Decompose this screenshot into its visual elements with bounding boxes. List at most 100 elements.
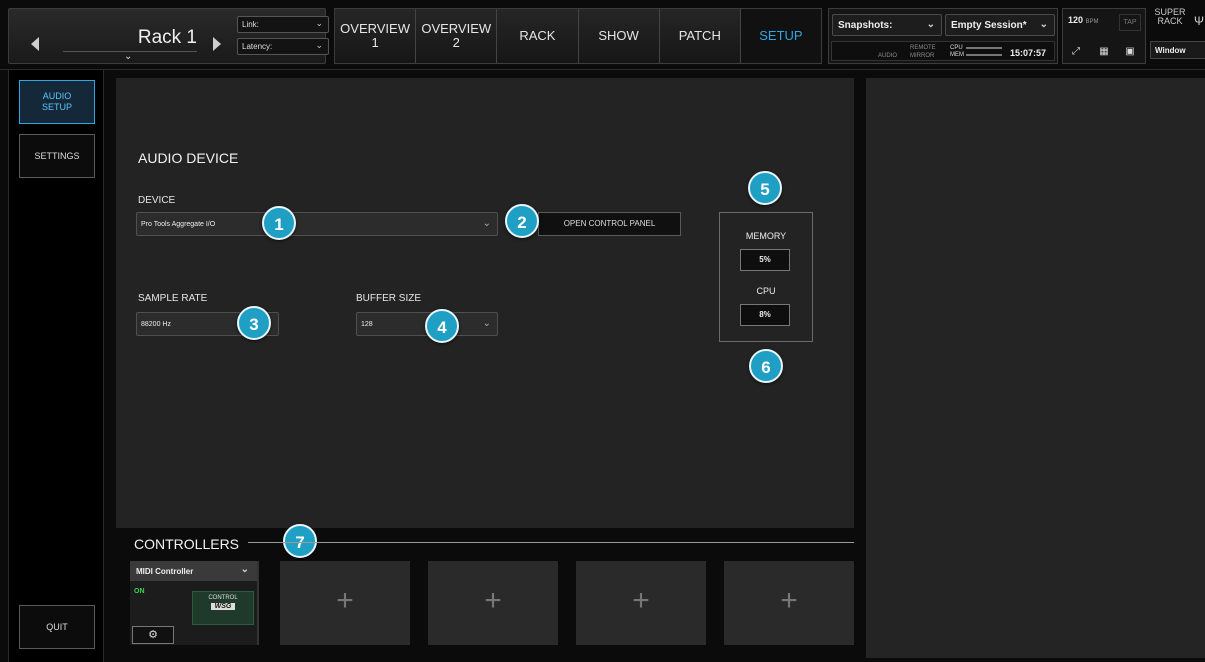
link-label: Link:: [242, 20, 259, 29]
controllers-divider: [248, 542, 854, 543]
tab-patch[interactable]: PATCH: [660, 9, 741, 63]
add-controller-slot-1[interactable]: +: [280, 561, 410, 645]
sidebar: AUDIO SETUP SETTINGS QUIT: [8, 70, 104, 662]
bpm-display[interactable]: 120 BPM: [1068, 15, 1099, 25]
status-row: AUDIO REMOTE MIRROR CPU MEM 15:07:57: [831, 41, 1055, 61]
tap-button[interactable]: TAP: [1119, 14, 1141, 31]
chevron-down-icon: ⌄: [1039, 19, 1048, 30]
tab-label: SHOW: [598, 28, 639, 43]
mirror-status: MIRROR: [910, 53, 935, 59]
buffer-size-label: BUFFER SIZE: [356, 293, 422, 304]
mem-indicator-label: MEM: [950, 52, 964, 58]
controllers-heading: CONTROLLERS: [134, 536, 240, 552]
cpu-label: CPU: [756, 286, 776, 296]
latency-select[interactable]: Latency: ⌄: [237, 38, 329, 55]
link-select[interactable]: Link: ⌄: [237, 16, 329, 33]
add-controller-slot-4[interactable]: +: [724, 561, 854, 645]
chevron-down-icon[interactable]: ⌄: [124, 51, 132, 62]
remote-status: REMOTE: [910, 45, 936, 51]
controller-on-status: ON: [134, 588, 145, 595]
sidebar-item-label: SETTINGS: [34, 150, 80, 161]
expand-icon[interactable]: ⤢: [1065, 43, 1087, 61]
snapshot-group: Snapshots: ⌄ Empty Session* ⌄ AUDIO REMO…: [828, 8, 1058, 64]
chevron-down-icon: ⌄: [926, 19, 935, 30]
callout-badge-1: 1: [262, 206, 296, 240]
mem-meter: [966, 54, 1002, 56]
tab-setup[interactable]: SETUP: [740, 9, 822, 63]
audio-device-heading: AUDIO DEVICE: [138, 150, 239, 166]
bpm-unit: BPM: [1085, 19, 1099, 25]
sidebar-item-audio-setup[interactable]: AUDIO SETUP: [19, 80, 95, 124]
cpu-indicator-label: CPU: [950, 45, 963, 51]
tab-label: OVERVIEW: [340, 21, 410, 36]
gear-icon[interactable]: ⚙: [132, 626, 174, 644]
next-rack-icon[interactable]: [213, 37, 221, 51]
right-panel: [866, 78, 1205, 658]
control-wsg-logo: CONTROL WSG: [192, 591, 254, 625]
memory-label: MEMORY: [745, 231, 787, 241]
callout-badge-7: 7: [283, 524, 317, 558]
tab-label: SETUP: [759, 28, 803, 43]
chevron-down-icon: ⌄: [482, 218, 491, 229]
tab-label: OVERVIEW: [421, 21, 492, 36]
clock: 15:07:57: [1009, 48, 1046, 58]
tab-label: 1: [371, 35, 379, 50]
sidebar-item-label: AUDIO: [42, 91, 72, 101]
session-select[interactable]: Empty Session* ⌄: [945, 14, 1055, 36]
audio-status: AUDIO: [878, 53, 898, 59]
device-label: DEVICE: [138, 195, 176, 206]
snapshots-select[interactable]: Snapshots: ⌄: [832, 14, 942, 36]
superrack-logo: SUPER RACK: [1150, 8, 1190, 26]
callout-badge-6: 6: [749, 349, 783, 383]
tab-label: 2: [452, 35, 460, 50]
cpu-value: 8%: [740, 304, 790, 326]
quit-label: QUIT: [46, 621, 68, 632]
add-controller-slot-3[interactable]: +: [576, 561, 706, 645]
window-label: Window: [1155, 46, 1186, 55]
quit-button[interactable]: QUIT: [19, 605, 95, 649]
buffer-size-value: 128: [361, 321, 373, 328]
grid-icon[interactable]: ▦: [1093, 43, 1115, 61]
main-tabs: OVERVIEW 1 OVERVIEW 2 RACK SHOW PATCH SETU…: [334, 8, 822, 64]
window-select[interactable]: Window: [1150, 41, 1205, 59]
controller-name: MIDI Controller: [136, 567, 194, 576]
tab-rack[interactable]: RACK: [497, 9, 579, 63]
tab-show[interactable]: SHOW: [579, 9, 660, 63]
tab-overview-2[interactable]: OVERVIEW 2: [416, 9, 498, 63]
session-label: Empty Session*: [951, 20, 1027, 31]
cpu-meter: [966, 47, 1002, 49]
superrack-line2: RACK: [1157, 16, 1183, 26]
tempo-group: 120 BPM TAP ⤢ ▦ ▣: [1062, 8, 1146, 64]
tab-label: RACK: [519, 28, 556, 43]
tab-label: PATCH: [678, 28, 721, 43]
chevron-down-icon: ⌄: [315, 40, 323, 50]
rack-title[interactable]: Rack 1: [67, 27, 197, 49]
callout-badge-2: 2: [505, 204, 539, 238]
controller-type-select[interactable]: MIDI Controller ⌄: [130, 561, 257, 581]
logo-bottom-text: WSG: [210, 603, 236, 610]
midi-controller-card: MIDI Controller ⌄ ON CONTROL WSG ⚙: [130, 561, 259, 645]
callout-badge-3: 3: [237, 306, 271, 340]
previous-rack-icon[interactable]: [31, 37, 39, 51]
bpm-value: 120: [1068, 15, 1084, 25]
rack-selector: Rack 1 ⌄ Link: ⌄ Latency: ⌄: [8, 8, 329, 64]
callout-badge-5: 5: [748, 171, 782, 205]
top-bar: Rack 1 ⌄ Link: ⌄ Latency: ⌄ OVERVIEW 1 OV…: [0, 0, 1205, 70]
tab-overview-1[interactable]: OVERVIEW 1: [335, 9, 417, 63]
device-value: Pro Tools Aggregate I/O: [141, 221, 216, 228]
sidebar-item-settings[interactable]: SETTINGS: [19, 134, 95, 178]
chevron-down-icon: ⌄: [315, 18, 323, 28]
waves-logo-icon: Ψ: [1194, 14, 1205, 28]
callout-badge-4: 4: [425, 309, 459, 343]
open-control-panel-button[interactable]: OPEN CONTROL PANEL: [538, 212, 681, 236]
latency-label: Latency:: [242, 42, 273, 51]
sample-rate-value: 88200 Hz: [141, 321, 171, 328]
chevron-down-icon: ⌄: [240, 564, 249, 575]
lock-icon[interactable]: ▣: [1119, 43, 1141, 61]
logo-top-text: CONTROL: [208, 595, 238, 601]
add-controller-slot-2[interactable]: +: [428, 561, 558, 645]
performance-meters: MEMORY 5% CPU 8%: [719, 212, 813, 342]
device-select[interactable]: Pro Tools Aggregate I/O ⌄: [136, 212, 498, 236]
sidebar-item-label: SETUP: [41, 102, 72, 112]
memory-value: 5%: [740, 249, 790, 271]
